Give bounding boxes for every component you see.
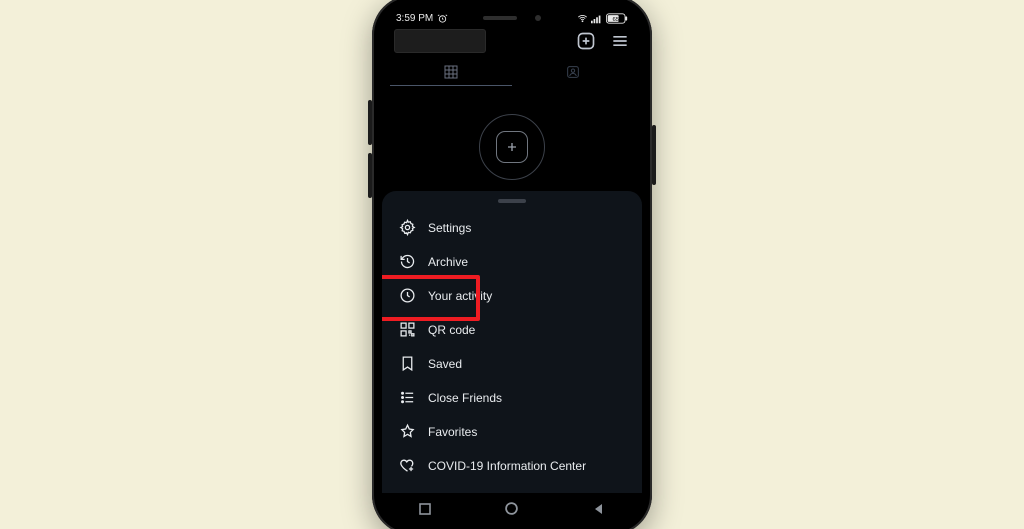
nav-home[interactable] — [505, 502, 518, 515]
menu-label: COVID-19 Information Center — [428, 459, 586, 473]
plus-icon — [504, 139, 520, 155]
gear-icon — [399, 219, 416, 236]
star-icon — [399, 423, 416, 440]
tab-tagged[interactable] — [512, 59, 634, 85]
profile-top-bar — [382, 21, 642, 59]
menu-item-your-activity[interactable]: Your activity — [382, 279, 642, 313]
menu-label: Favorites — [428, 425, 477, 439]
menu-label: Settings — [428, 221, 471, 235]
bookmark-icon — [399, 355, 416, 372]
grid-icon — [443, 64, 459, 80]
menu-item-qr-code[interactable]: QR code — [382, 313, 642, 347]
menu-item-favorites[interactable]: Favorites — [382, 415, 642, 449]
list-icon — [399, 389, 416, 406]
phone-frame: 3:59 PM 65 — [372, 0, 652, 529]
menu-label: Saved — [428, 357, 462, 371]
menu-item-saved[interactable]: Saved — [382, 347, 642, 381]
menu-item-settings[interactable]: Settings — [382, 211, 642, 245]
status-time: 3:59 PM — [396, 13, 433, 24]
menu-bottom-sheet: Settings Archive Your activity QR code — [382, 191, 642, 493]
nav-recent[interactable] — [419, 503, 431, 515]
wifi-icon — [577, 13, 588, 24]
activity-icon — [399, 287, 416, 304]
signal-icon — [591, 14, 603, 24]
menu-label: Archive — [428, 255, 468, 269]
archive-icon — [399, 253, 416, 270]
sheet-grabber[interactable] — [498, 199, 526, 203]
svg-text:65: 65 — [612, 17, 619, 23]
battery-icon: 65 — [606, 13, 628, 24]
menu-item-archive[interactable]: Archive — [382, 245, 642, 279]
hamburger-menu-icon[interactable] — [610, 31, 630, 51]
create-first-post[interactable] — [479, 114, 545, 180]
android-nav-bar — [382, 493, 642, 525]
tab-grid[interactable] — [390, 59, 512, 86]
create-post-icon[interactable] — [576, 31, 596, 51]
nav-back[interactable] — [593, 503, 605, 515]
tagged-icon — [565, 64, 581, 80]
heart-plus-icon — [399, 457, 416, 474]
menu-item-close-friends[interactable]: Close Friends — [382, 381, 642, 415]
menu-item-covid-info[interactable]: COVID-19 Information Center — [382, 449, 642, 483]
power-button[interactable] — [652, 125, 656, 185]
menu-label: Your activity — [428, 289, 492, 303]
volume-down-button[interactable] — [368, 153, 372, 198]
screen: 3:59 PM 65 — [382, 5, 642, 525]
profile-tabs — [382, 59, 642, 86]
username-dropdown[interactable] — [394, 29, 486, 53]
menu-label: QR code — [428, 323, 475, 337]
menu-label: Close Friends — [428, 391, 502, 405]
alarm-icon — [437, 13, 448, 24]
volume-up-button[interactable] — [368, 100, 372, 145]
qr-icon — [399, 321, 416, 338]
